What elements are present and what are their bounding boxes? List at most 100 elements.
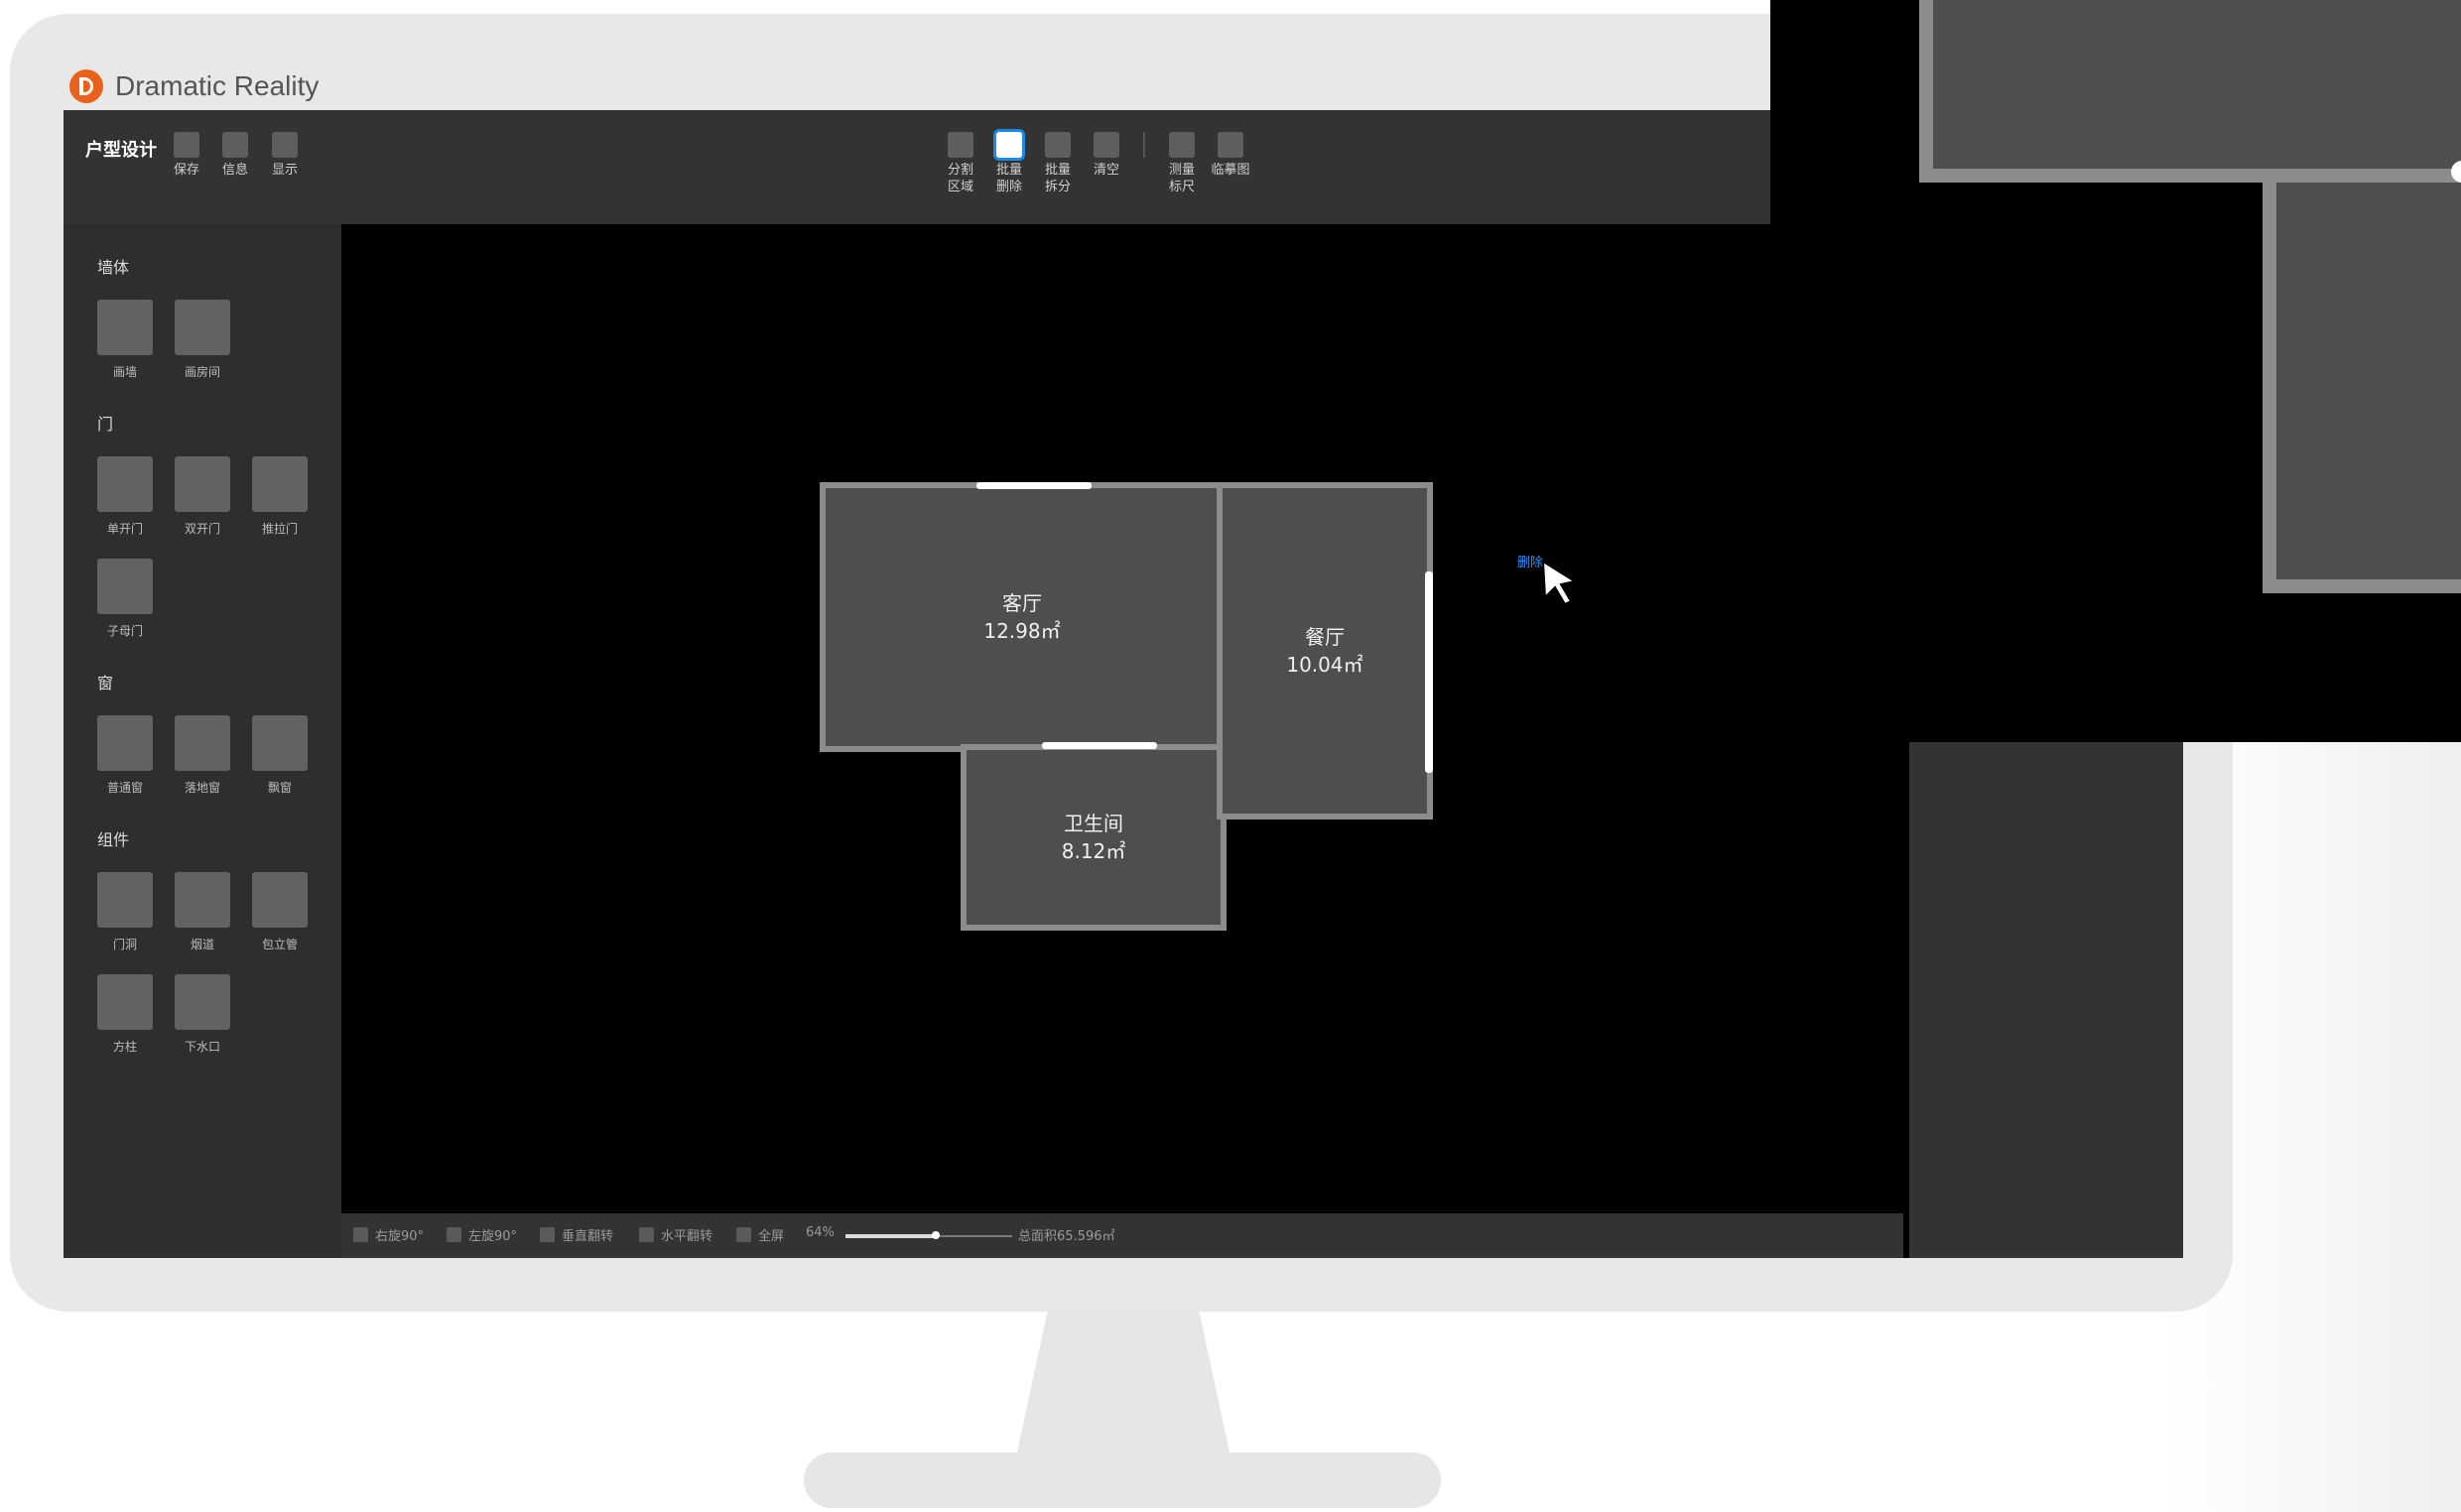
window-marker[interactable] — [1425, 571, 1433, 773]
flip-vertical-icon — [540, 1227, 555, 1242]
room-name: 餐厅 — [1305, 625, 1345, 649]
bay-window-tool[interactable]: 飘窗 — [250, 715, 310, 796]
fullscreen-button[interactable]: 全屏 — [736, 1225, 784, 1244]
floor-window-icon — [175, 715, 230, 771]
sliding-door-icon — [252, 456, 308, 512]
square-column-icon — [97, 974, 153, 1030]
flip-horizontal-button[interactable]: 水平翻转 — [639, 1225, 712, 1244]
display-button[interactable]: 显示 — [265, 132, 305, 179]
measure-ruler-button[interactable]: 测量 标尺 — [1162, 132, 1202, 195]
zoomed-room-bottom — [2263, 169, 2461, 593]
batch-delete-label: 批量 删除 — [995, 163, 1022, 194]
fullscreen-icon — [736, 1227, 751, 1242]
monitor-stand-base — [804, 1452, 1441, 1508]
tool-label: 烟道 — [190, 938, 214, 951]
save-label: 保存 — [173, 163, 199, 178]
single-door-icon — [97, 456, 153, 512]
bay-window-icon — [252, 715, 308, 771]
batch-split-label: 批量 拆分 — [1044, 163, 1071, 194]
tool-label: 双开门 — [184, 522, 220, 536]
sliding-door-tool[interactable]: 推拉门 — [250, 456, 310, 537]
rotate-left-label: 左旋90° — [468, 1229, 518, 1244]
room-name: 卫生间 — [1064, 812, 1123, 835]
save-icon — [174, 132, 199, 158]
batch-split-icon — [1045, 132, 1071, 158]
display-label: 显示 — [271, 163, 298, 178]
floor-window-tool[interactable]: 落地窗 — [173, 715, 232, 796]
mother-child-door-tool[interactable]: 子母门 — [95, 559, 155, 639]
zoom-slider-fill — [845, 1234, 936, 1238]
room-area: 10.04㎡ — [1286, 653, 1363, 677]
info-icon — [222, 132, 248, 158]
mother-child-door-icon — [97, 559, 153, 614]
flip-horizontal-icon — [639, 1227, 654, 1242]
room-living[interactable]: 客厅 12.98㎡ — [820, 482, 1225, 752]
draw-wall-tool[interactable]: 画墙 — [95, 300, 155, 380]
info-button[interactable]: 信息 — [215, 132, 255, 179]
door-marker[interactable] — [1042, 742, 1157, 749]
tool-label: 子母门 — [106, 624, 143, 638]
tool-label: 推拉门 — [261, 522, 298, 536]
room-bathroom[interactable]: 卫生间 8.12㎡ — [961, 744, 1227, 931]
tool-label: 下水口 — [184, 1040, 220, 1054]
rotate-left-button[interactable]: 左旋90° — [447, 1225, 517, 1244]
room-dining[interactable]: 餐厅 10.04㎡ — [1217, 482, 1433, 819]
tool-label: 单开门 — [106, 522, 143, 536]
ruler-icon — [1169, 132, 1195, 158]
door-opening-tool[interactable]: 门洞 — [95, 872, 155, 952]
zoom-slider-handle[interactable] — [931, 1231, 940, 1239]
floorplan-canvas[interactable]: 客厅 12.98㎡ 卫生间 8.12㎡ 餐厅 10.04㎡ 删除 — [341, 224, 1903, 1258]
tool-label: 画房间 — [184, 365, 220, 379]
flip-vertical-label: 垂直翻转 — [562, 1229, 614, 1244]
normal-window-tool[interactable]: 普通窗 — [95, 715, 155, 796]
flue-tool[interactable]: 烟道 — [173, 872, 232, 952]
component-sidebar: 墙体 画墙 画房间 门 单开门 双开门 推拉门 子母门 窗 普通窗 落地窗 飘窗… — [64, 224, 341, 1258]
drain-tool[interactable]: 下水口 — [173, 974, 232, 1055]
draw-wall-icon — [97, 300, 153, 355]
flip-vertical-button[interactable]: 垂直翻转 — [540, 1225, 613, 1244]
draw-room-tool[interactable]: 画房间 — [173, 300, 232, 380]
split-area-label: 分割 区域 — [947, 163, 973, 194]
normal-window-icon — [97, 715, 153, 771]
room-name: 客厅 — [1002, 591, 1042, 615]
batch-delete-button[interactable]: 批量 删除 — [989, 132, 1029, 195]
room-area: 8.12㎡ — [1061, 839, 1126, 863]
split-area-button[interactable]: 分割 区域 — [941, 132, 980, 195]
display-icon — [272, 132, 298, 158]
rotate-right-label: 右旋90° — [375, 1229, 425, 1244]
double-door-icon — [175, 456, 230, 512]
bottom-statusbar: 右旋90° 左旋90° 垂直翻转 水平翻转 全屏 64% 总面积65.596㎡ — [341, 1213, 1903, 1258]
zoom-slider[interactable] — [845, 1231, 1012, 1239]
save-button[interactable]: 保存 — [167, 132, 206, 179]
tool-label: 画墙 — [112, 365, 137, 379]
square-column-tool[interactable]: 方柱 — [95, 974, 155, 1055]
batch-split-button[interactable]: 批量 拆分 — [1038, 132, 1078, 195]
clear-icon — [1094, 132, 1119, 158]
zoomed-detail-view — [1770, 0, 2461, 742]
rotate-right-button[interactable]: 右旋90° — [353, 1225, 424, 1244]
drain-icon — [175, 974, 230, 1030]
trace-image-label: 临摹图 — [1211, 163, 1250, 178]
clear-button[interactable]: 清空 — [1087, 132, 1126, 179]
info-label: 信息 — [221, 163, 248, 178]
section-title-windows: 窗 — [97, 674, 114, 693]
double-door-tool[interactable]: 双开门 — [173, 456, 232, 537]
tool-label: 包立管 — [261, 938, 298, 951]
flip-horizontal-label: 水平翻转 — [661, 1229, 713, 1244]
window-marker[interactable] — [976, 482, 1092, 489]
door-opening-icon — [97, 872, 153, 928]
batch-delete-icon — [996, 132, 1022, 158]
zoomed-room-top — [1919, 0, 2461, 183]
single-door-tool[interactable]: 单开门 — [95, 456, 155, 537]
top-toolbar: 户型设计 保存 信息 显示 分割 区域 批量 删除 批量 拆分 清空 测量 标尺… — [64, 110, 1770, 224]
brand-name: Dramatic Reality — [115, 70, 320, 101]
trace-image-button[interactable]: 临摹图 — [1211, 132, 1250, 179]
right-panel — [1909, 742, 2183, 1258]
pipe-enclosure-tool[interactable]: 包立管 — [250, 872, 310, 952]
monitor-stand-neck — [1016, 1308, 1230, 1456]
rotate-left-icon — [447, 1227, 461, 1242]
split-area-icon — [948, 132, 973, 158]
flue-icon — [175, 872, 230, 928]
brand-logo: Dramatic Reality — [69, 69, 319, 103]
tool-label: 门洞 — [112, 938, 137, 951]
